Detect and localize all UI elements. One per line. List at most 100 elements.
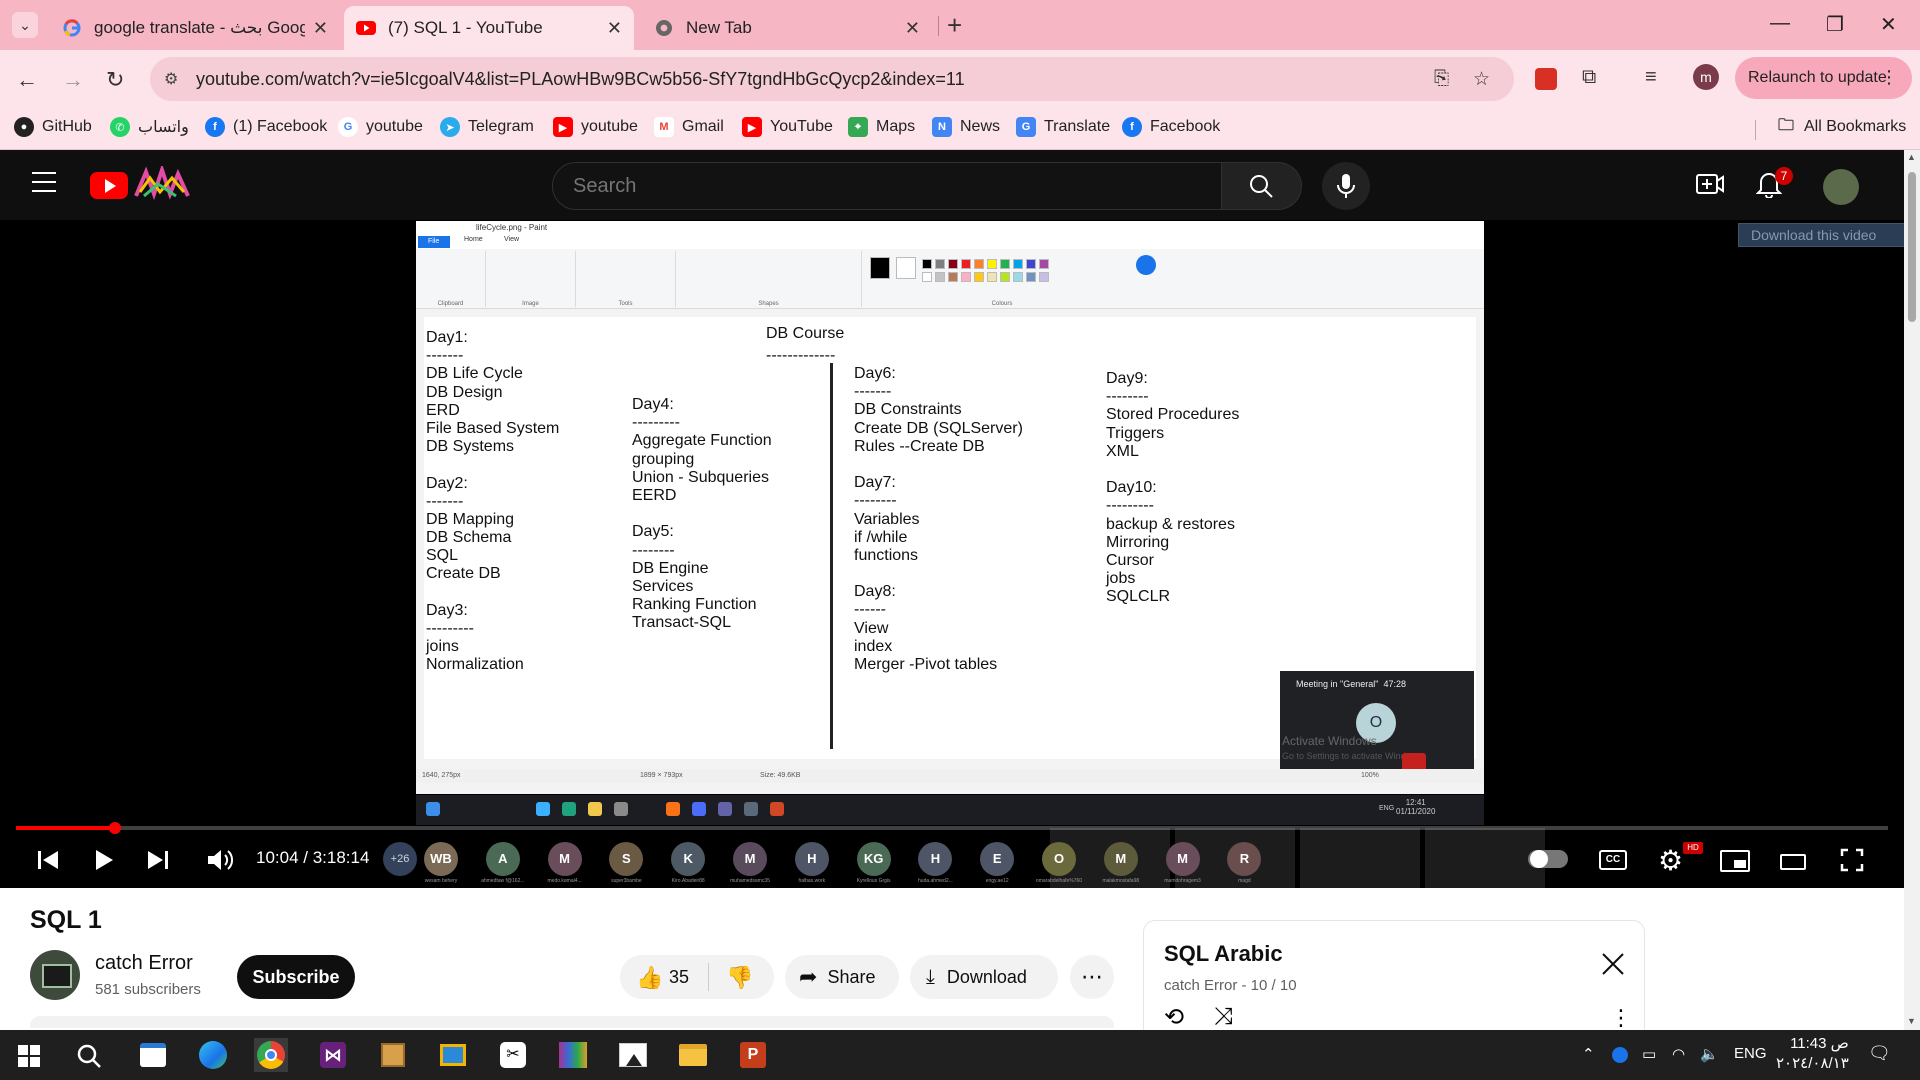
tab-google-translate[interactable]: google translate - بحث Google ✕ [50,6,340,50]
bookmark-telegram[interactable]: ➤ Telegram [440,117,534,137]
close-tab-icon[interactable]: ✕ [313,18,328,39]
notification-center-icon[interactable]: 🗨 [1868,1043,1891,1064]
minimize-icon[interactable]: — [1770,12,1790,35]
package-icon[interactable] [376,1038,410,1072]
media-controls-icon[interactable]: ≡ [1645,66,1657,89]
previous-icon[interactable] [36,848,60,872]
wifi-icon[interactable]: ◠ [1672,1045,1685,1063]
search-box[interactable] [552,162,1222,210]
shuffle-icon[interactable]: ⤨ [1214,1003,1233,1031]
tab-new-tab[interactable]: New Tab ✕ [642,6,932,50]
install-app-icon[interactable]: ⎘ [1434,68,1449,90]
speaker-icon[interactable]: 🔈 [1700,1045,1719,1063]
search-icon[interactable] [76,1043,102,1069]
restore-icon[interactable]: ❐ [1826,12,1844,37]
tab-search-icon[interactable]: ⌄ [12,12,38,38]
youtube-logo[interactable] [90,172,128,199]
battery-icon[interactable]: ▭ [1642,1045,1656,1063]
bookmark-youtube-2[interactable]: ▶ YouTube [742,117,833,137]
video-player[interactable]: lifeCycle.png - Paint File Home View Cli… [0,220,1904,888]
tray-app-icon[interactable] [1612,1047,1628,1063]
relaunch-button[interactable]: Relaunch to update ⋮ [1735,57,1912,99]
file-explorer-icon[interactable] [676,1038,710,1072]
captions-icon[interactable]: CC [1599,850,1627,870]
bookmark-github[interactable]: ● GitHub [14,117,92,137]
scroll-up-arrow-icon[interactable]: ▲ [1907,152,1916,162]
volume-icon[interactable] [206,848,234,872]
all-bookmarks[interactable]: 🗀 All Bookmarks [1776,117,1906,137]
bookmark-news[interactable]: N News [932,117,1000,137]
hamburger-menu-icon[interactable] [32,172,56,192]
playlist-menu-icon[interactable]: ⋮ [1610,1005,1632,1031]
bookmark-maps[interactable]: ⌖ Maps [848,117,915,137]
bookmark-star-icon[interactable]: ☆ [1473,68,1490,91]
fullscreen-icon[interactable] [1840,848,1864,872]
scroll-down-arrow-icon[interactable]: ▼ [1907,1016,1916,1026]
scrollbar-thumb[interactable] [1908,172,1916,322]
system-clock[interactable]: 11:43 ص ٢٠٢٤/٠٨/١٣ [1776,1034,1849,1074]
more-actions-icon[interactable]: ⋯ [1070,955,1114,999]
page-scrollbar[interactable]: ▲ ▼ [1904,150,1920,1030]
theater-mode-icon[interactable] [1780,854,1806,870]
tab-youtube[interactable]: (7) SQL 1 - YouTube ✕ [344,6,634,50]
store-icon[interactable] [136,1038,170,1072]
pdf-extension-icon[interactable] [1535,68,1557,90]
kebab-menu-icon[interactable]: ⋮ [1880,67,1898,88]
account-avatar[interactable] [1823,169,1859,205]
edge-icon[interactable] [196,1038,230,1072]
voice-search-button[interactable] [1322,162,1370,210]
new-tab-plus-icon[interactable]: + [947,10,962,41]
loop-icon[interactable]: ⟲ [1164,1003,1184,1032]
chrome-icon[interactable] [254,1038,288,1072]
close-tab-icon[interactable]: ✕ [905,18,920,39]
channel-name[interactable]: catch Error [95,952,193,975]
share-button[interactable]: ➦ Share [785,955,899,999]
miniplayer-icon[interactable] [1720,850,1750,872]
autoplay-toggle[interactable] [1528,850,1568,868]
search-button[interactable] [1222,162,1302,210]
window-close-icon[interactable]: ✕ [1880,12,1897,37]
bookmark-facebook-2[interactable]: f Facebook [1122,117,1220,137]
thumbs-down-icon[interactable]: 👎 [726,965,753,991]
thumbs-up-icon[interactable]: 👍 [636,965,663,991]
channel-avatar[interactable] [30,950,80,1000]
forward-arrow-icon[interactable]: → [62,67,84,93]
next-icon[interactable] [146,848,170,872]
reload-icon[interactable]: ↻ [106,67,124,93]
capcut-icon[interactable]: ✂ [496,1038,530,1072]
close-playlist-icon[interactable] [1600,951,1626,977]
download-video-banner[interactable]: Download this video ? ✕ [1738,223,1904,247]
progress-scrubber[interactable] [109,822,122,834]
settings-gear-icon[interactable]: ⚙ [1658,844,1683,877]
show-hidden-icons-chevron-icon[interactable]: ⌃ [1582,1045,1595,1063]
video-progress-bar[interactable] [16,822,1888,834]
powerpoint-icon[interactable]: P [736,1038,770,1072]
close-tab-icon[interactable]: ✕ [607,18,622,39]
bookmark-gmail[interactable]: M Gmail [654,117,724,137]
address-bar[interactable]: ⚙ youtube.com/watch?v=ie5IcgoalV4&list=P… [150,57,1514,101]
back-arrow-icon[interactable]: ← [16,67,38,93]
language-indicator[interactable]: ENG [1734,1045,1767,1062]
subscribe-button[interactable]: Subscribe [237,955,355,999]
extensions-puzzle-icon[interactable]: ⧉ [1582,66,1596,89]
search-input[interactable] [573,174,1173,198]
remote-desktop-icon[interactable] [436,1038,470,1072]
play-icon[interactable] [92,848,116,872]
create-video-icon[interactable] [1696,172,1724,196]
visual-studio-icon[interactable]: ⋈ [316,1038,350,1072]
bookmark-youtube[interactable]: ▶ youtube [553,117,638,137]
bookmark-translate[interactable]: G Translate [1016,117,1110,137]
bookmark-youtube-google[interactable]: Gyoutube [338,117,423,137]
bookmark-facebook[interactable]: f (1) Facebook [205,117,327,137]
profile-avatar[interactable]: m [1693,64,1719,90]
site-info-icon[interactable]: ⚙ [164,69,178,89]
winrar-icon[interactable] [556,1038,590,1072]
url-text[interactable]: youtube.com/watch?v=ie5IcgoalV4&list=PLA… [196,69,965,90]
description-box[interactable] [30,1016,1114,1028]
photos-icon[interactable] [616,1038,650,1072]
playlist-title[interactable]: SQL Arabic [1164,941,1283,967]
like-count[interactable]: 35 [669,967,689,988]
bookmark-whatsapp[interactable]: ✆ واتساب [110,117,189,137]
download-button[interactable]: ⤓ Download [910,955,1058,999]
windows-start-icon[interactable] [18,1045,40,1067]
